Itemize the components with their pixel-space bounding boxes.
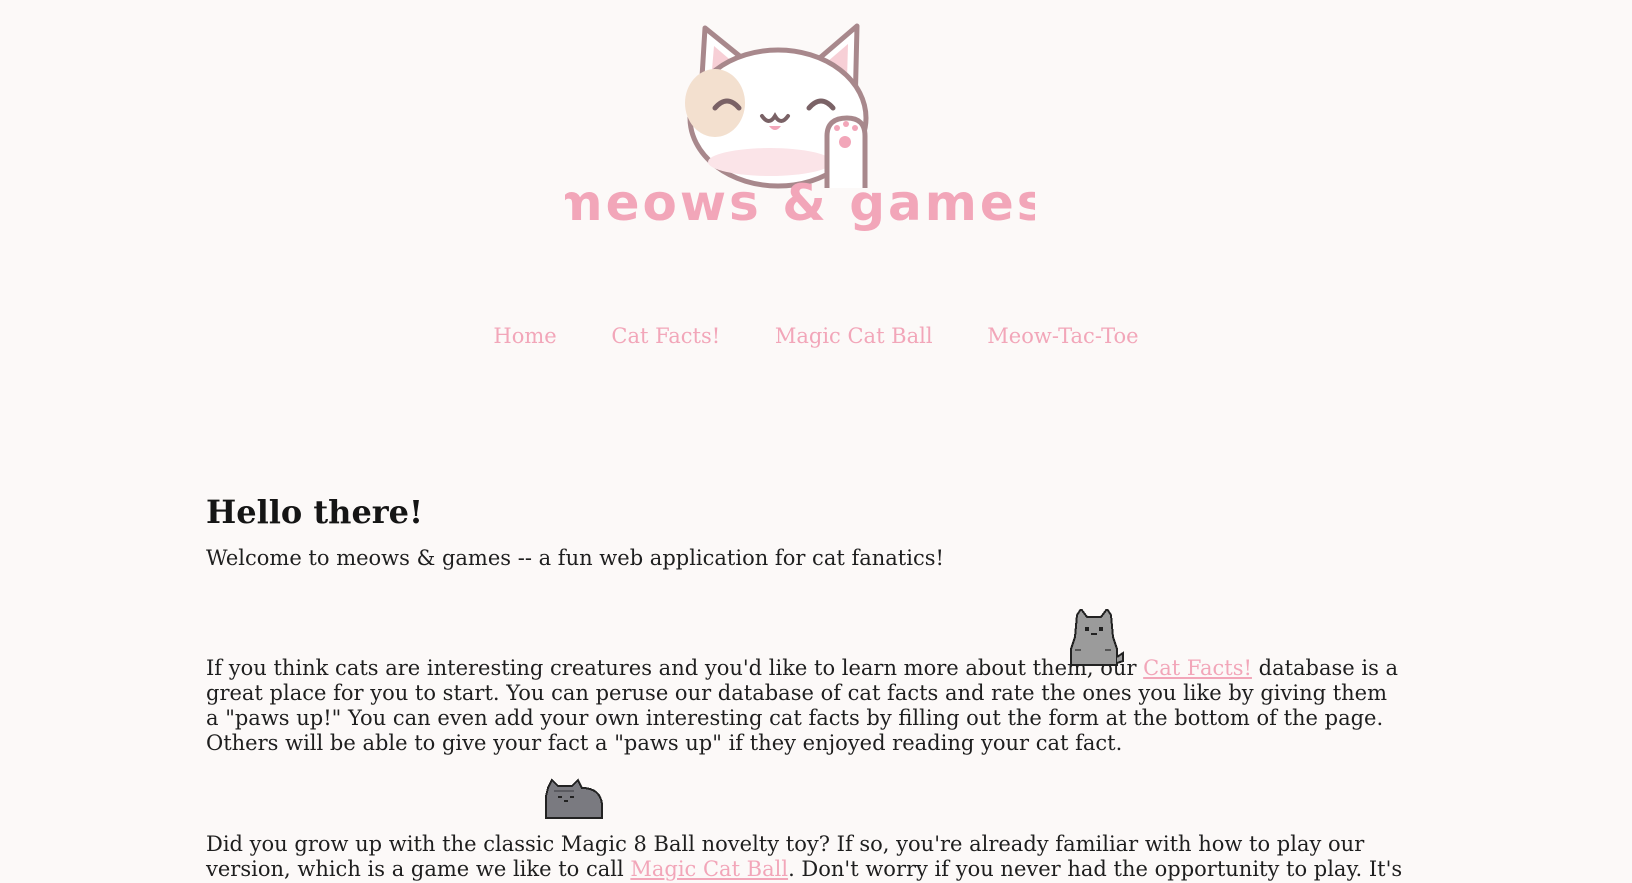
nav-home[interactable]: Home bbox=[493, 324, 556, 348]
main-nav: Home Cat Facts! Magic Cat Ball Meow-Tac-… bbox=[0, 324, 1632, 348]
nav-cat-facts[interactable]: Cat Facts! bbox=[611, 324, 720, 348]
sprite-row-2 bbox=[206, 756, 1406, 832]
sitting-cat-icon bbox=[1063, 609, 1125, 669]
page-heading: Hello there! bbox=[206, 493, 424, 531]
nav-meow-tac-toe[interactable]: Meow-Tac-Toe bbox=[987, 324, 1138, 348]
cat-facts-text-before: If you think cats are interesting creatu… bbox=[206, 656, 1144, 680]
magic-cat-ball-link[interactable]: Magic Cat Ball bbox=[630, 857, 788, 881]
cat-facts-paragraph: If you think cats are interesting creatu… bbox=[206, 656, 1406, 756]
intro-text: Welcome to meows & games -- a fun web ap… bbox=[206, 546, 944, 570]
page: meows & games Home Cat Facts! Magic Cat … bbox=[0, 0, 1632, 883]
nav-magic-cat-ball[interactable]: Magic Cat Ball bbox=[775, 324, 933, 348]
logo-text: meows & games bbox=[565, 174, 1035, 232]
sprite-row-1 bbox=[206, 571, 1406, 666]
loaf-cat-icon bbox=[542, 776, 606, 820]
cat-facts-link[interactable]: Cat Facts! bbox=[1143, 656, 1252, 680]
cat-logo-icon: meows & games bbox=[565, 23, 1035, 232]
main-content: Hello there! Welcome to meows & games --… bbox=[206, 488, 1406, 883]
magic-cat-ball-paragraph: Did you grow up with the classic Magic 8… bbox=[206, 832, 1406, 883]
site-logo[interactable]: meows & games bbox=[565, 18, 1035, 248]
